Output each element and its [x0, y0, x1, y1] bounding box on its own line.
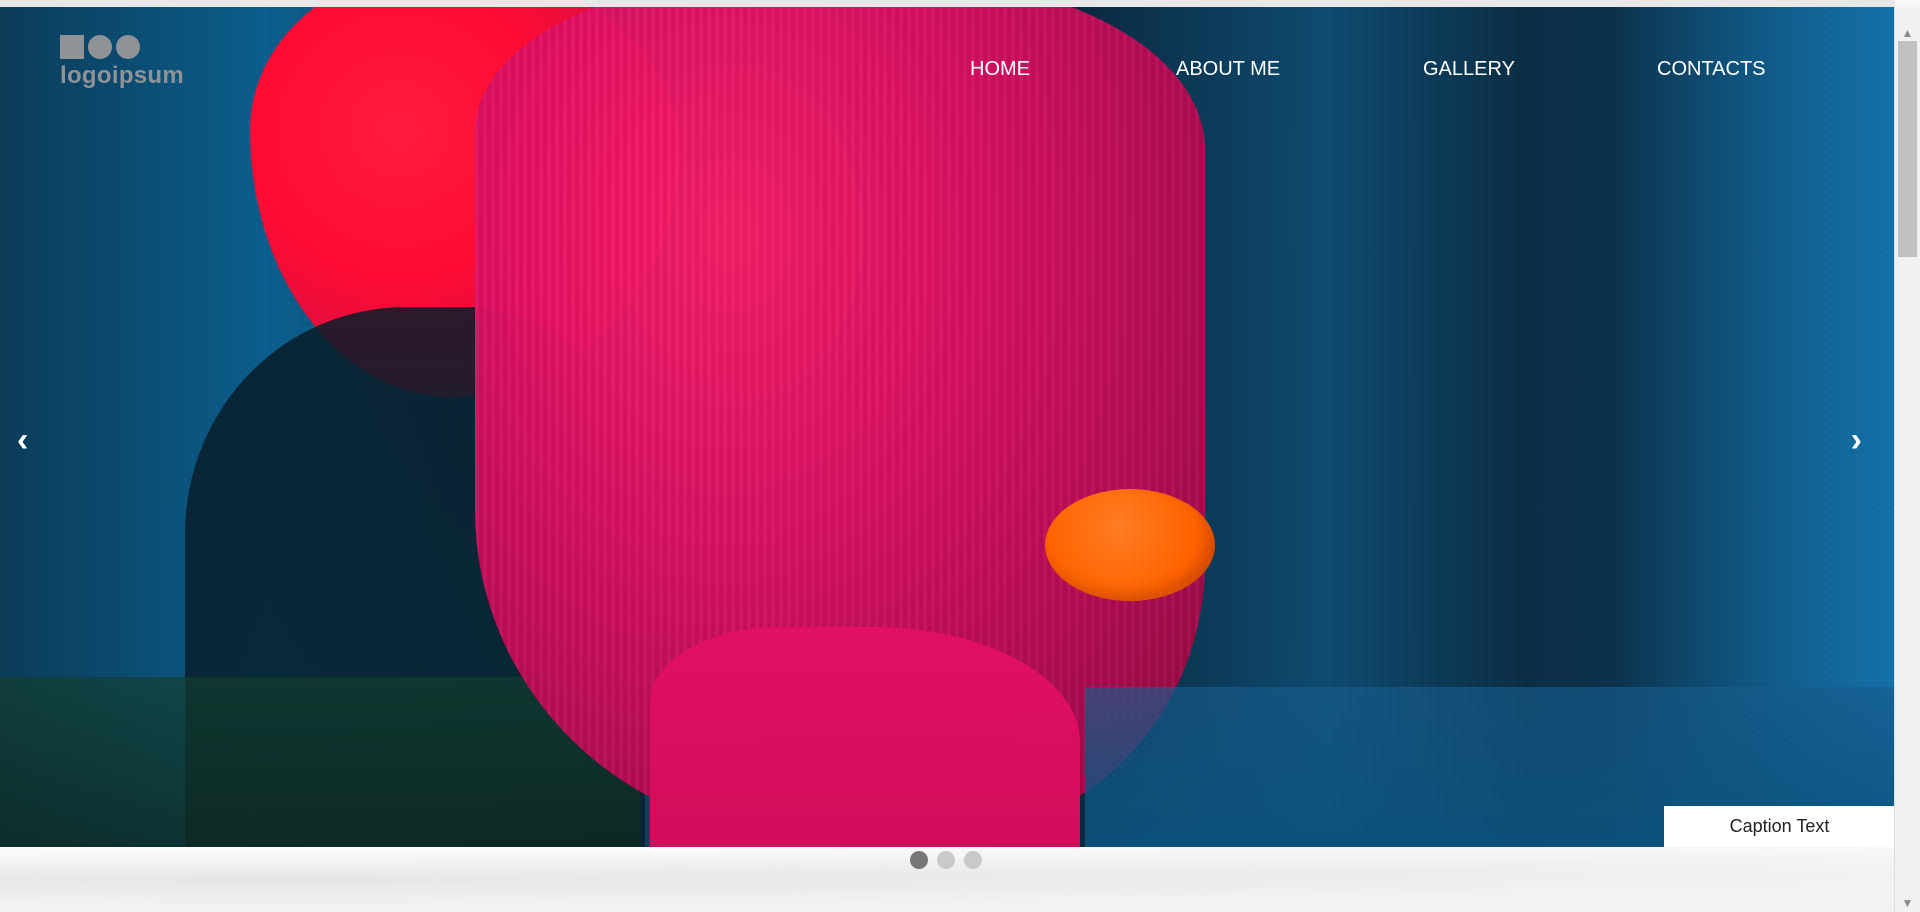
- arrow-up-icon[interactable]: ▲: [1895, 24, 1920, 42]
- slide-caption: Caption Text: [1664, 806, 1895, 847]
- nav-home-link[interactable]: HOME: [970, 57, 1176, 81]
- vertical-scrollbar[interactable]: ▲ ▼: [1894, 7, 1920, 912]
- chevron-left-icon[interactable]: ‹: [17, 423, 28, 457]
- logo-square-shape: [60, 35, 84, 59]
- hero-slider: logoipsum HOME ABOUT ME GALLERY CONTACTS…: [0, 7, 1895, 847]
- nav-about-link[interactable]: ABOUT ME: [1176, 57, 1423, 81]
- slider-dot[interactable]: [937, 851, 955, 869]
- page: logoipsum HOME ABOUT ME GALLERY CONTACTS…: [0, 0, 1920, 912]
- nav-contacts-link[interactable]: CONTACTS: [1657, 57, 1777, 81]
- nav-gallery-link[interactable]: GALLERY: [1423, 57, 1657, 81]
- canvas-texture: [0, 7, 1895, 847]
- chevron-right-icon[interactable]: ›: [1851, 423, 1862, 457]
- slider-dot-active[interactable]: [910, 851, 928, 869]
- slider-dot[interactable]: [964, 851, 982, 869]
- scrollbar-thumb[interactable]: [1898, 41, 1917, 257]
- arrow-down-icon[interactable]: ▼: [1895, 894, 1920, 912]
- logo-circle-shape: [116, 35, 140, 59]
- logo-text: logoipsum: [60, 62, 185, 89]
- logo-mark: [60, 34, 190, 60]
- slider-dots: [910, 851, 982, 869]
- logo[interactable]: logoipsum: [60, 34, 190, 92]
- main-navigation: HOME ABOUT ME GALLERY CONTACTS: [970, 57, 1777, 81]
- logo-circle-shape: [88, 35, 112, 59]
